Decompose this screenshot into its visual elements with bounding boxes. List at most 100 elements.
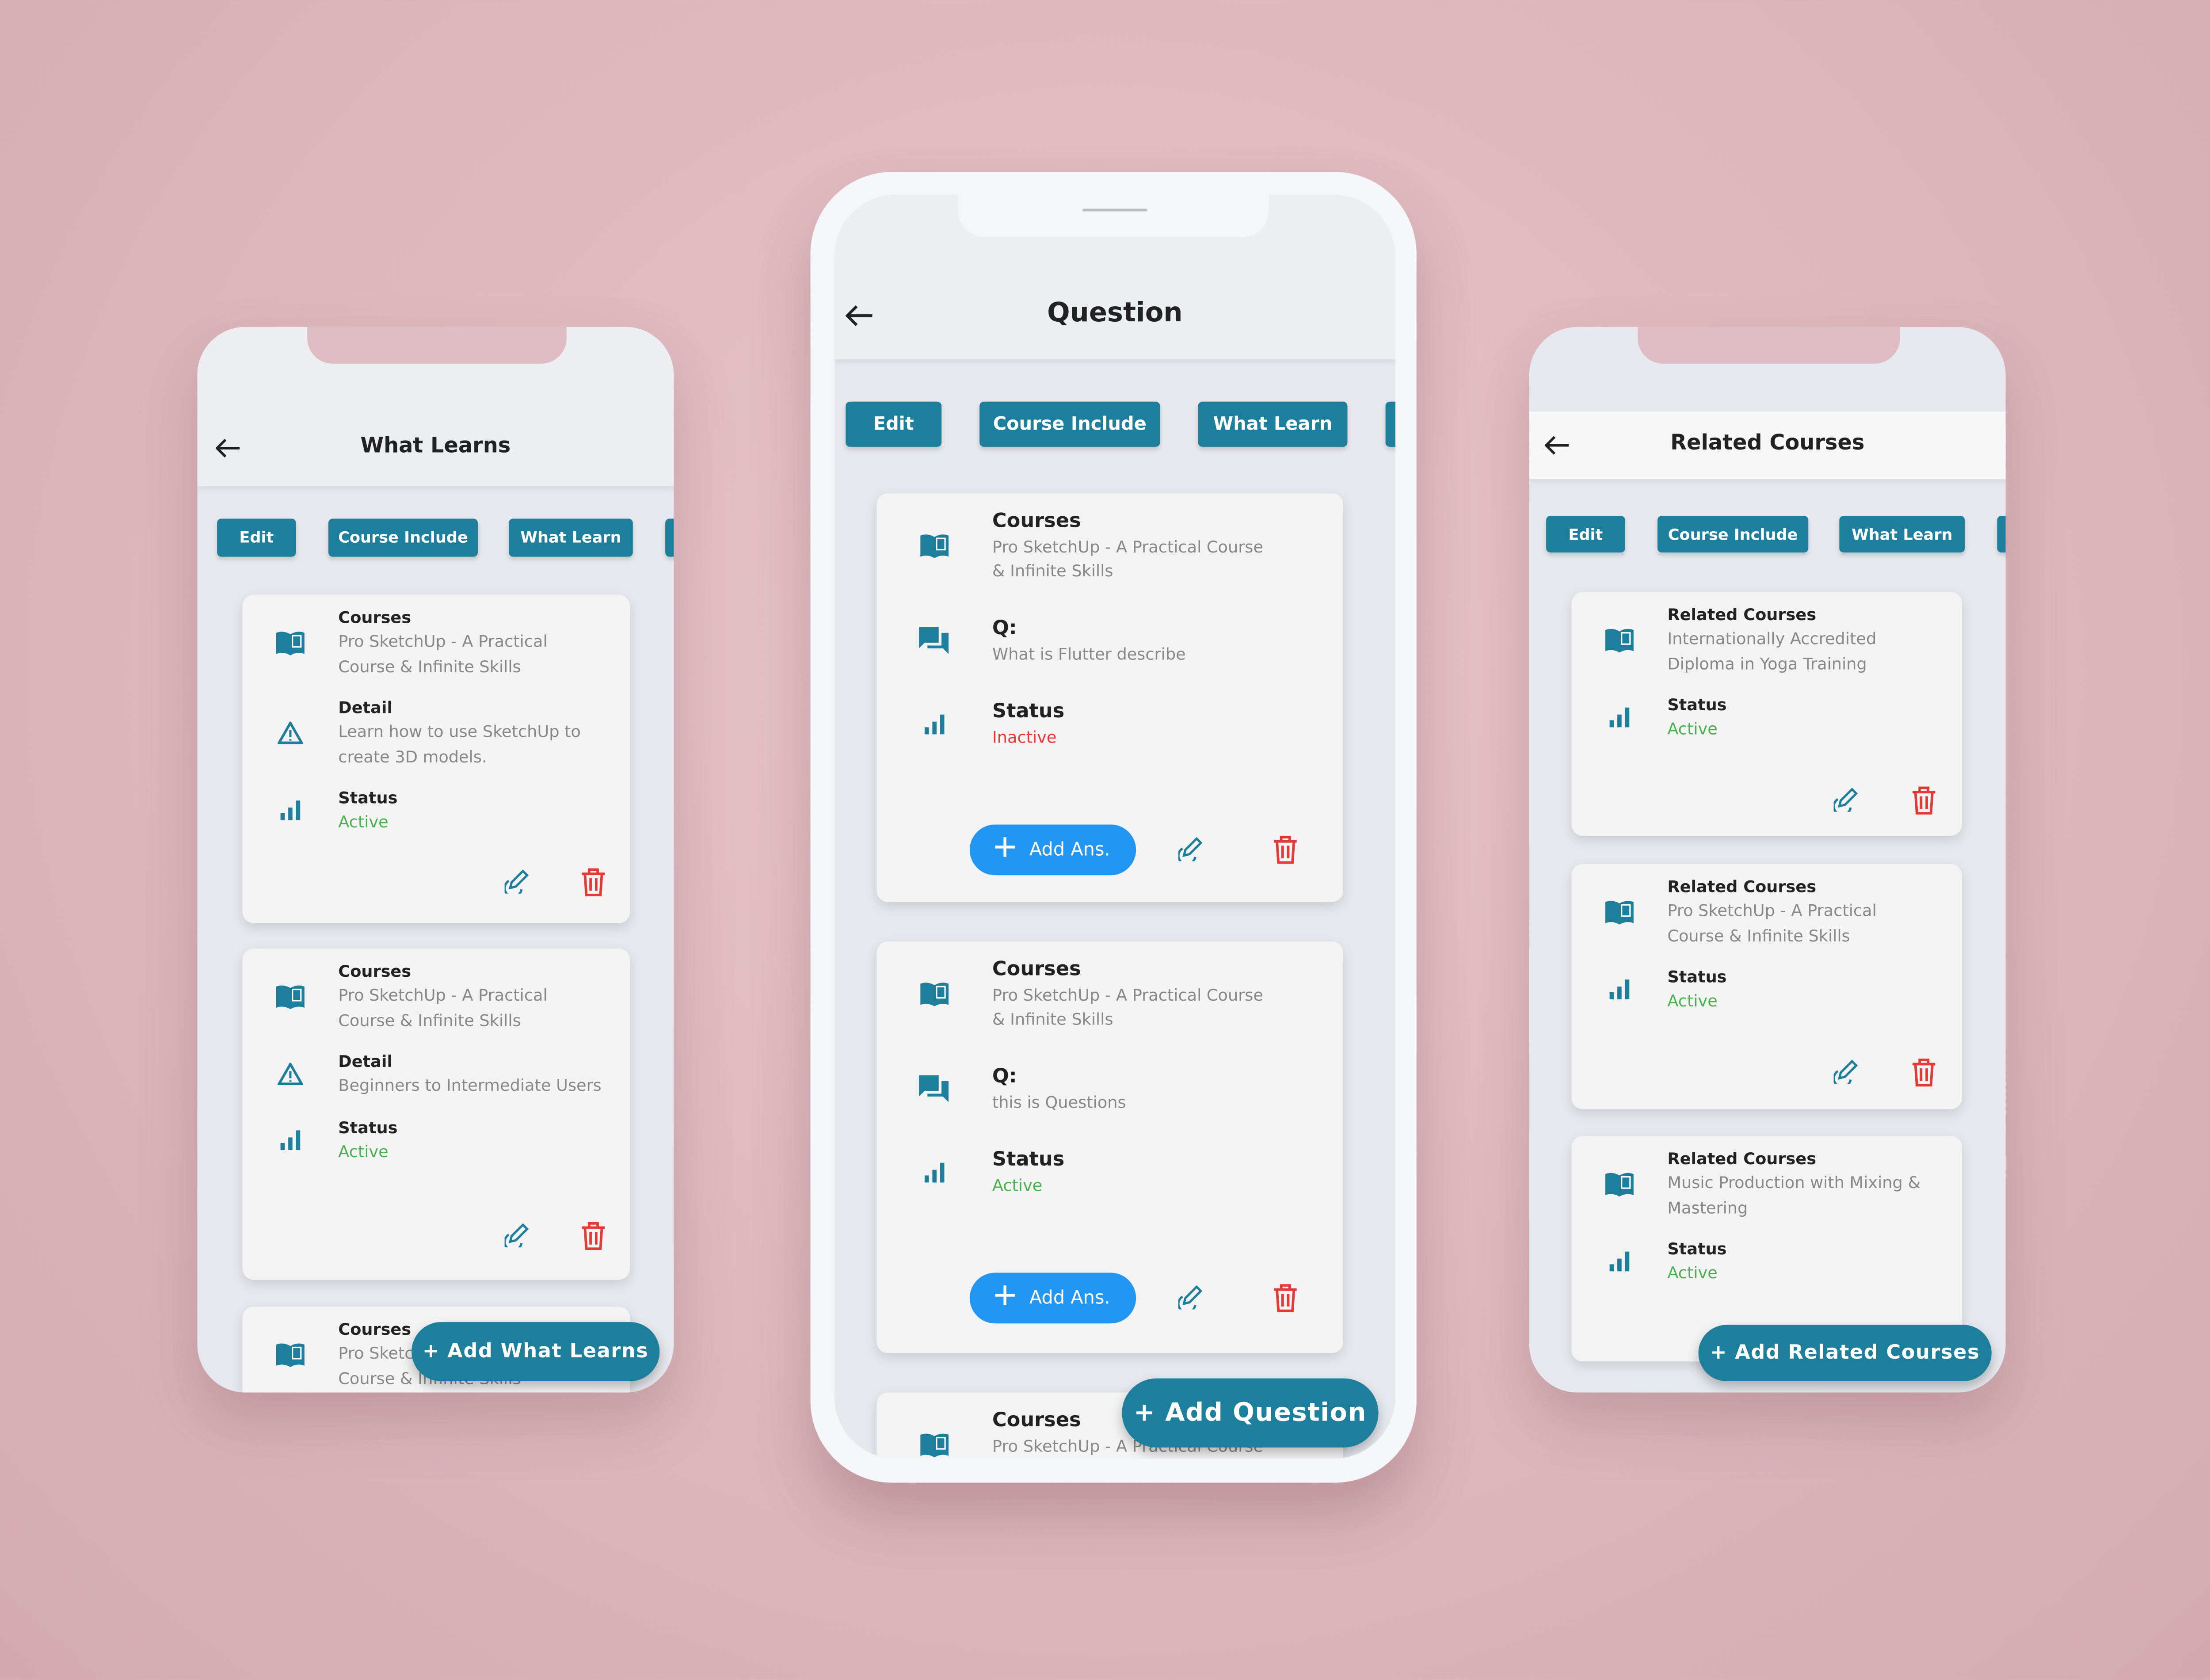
book-icon [876, 533, 992, 558]
tab-what-learn[interactable]: What Learn [1198, 401, 1348, 447]
field-value: Pro SketchUp - A Practical Course & Infi… [992, 537, 1263, 581]
bar-chart-icon [1572, 1250, 1668, 1273]
tab-course-include[interactable]: Course Include [328, 518, 478, 557]
delete-trash-icon[interactable] [1911, 1059, 1936, 1087]
status-value: Active [338, 811, 389, 832]
add-what-learns-button[interactable]: + Add What Learns [412, 1322, 660, 1382]
mockup-stage: What Learns Edit Course Include What Lea… [0, 0, 2210, 1680]
phone-question-bezel: Question Edit Course Include What Learn … [810, 172, 1417, 1483]
chat-icon [876, 625, 992, 656]
phone-notch [307, 327, 567, 364]
field-text: Status Active [1667, 965, 1726, 1014]
edit-icon[interactable] [504, 1222, 530, 1248]
delete-trash-icon[interactable] [581, 1222, 606, 1250]
list-card: Related Courses Internationally Accredite… [1571, 592, 1962, 836]
card-field-bar-chart: Status Active [242, 1116, 630, 1164]
field-text: Detail Learn how to use SketchUp to creat… [338, 696, 606, 770]
tab-what-learn[interactable]: What Learn [1839, 516, 1965, 553]
tab-edit[interactable]: Edit [1546, 516, 1625, 553]
tab-what-learn[interactable]: What Learn [509, 518, 633, 557]
book-icon [876, 1432, 992, 1458]
phone-notch [958, 194, 1269, 237]
delete-trash-icon[interactable] [581, 868, 606, 896]
phone-notch [1638, 327, 1900, 364]
card-field-book: Courses Pro SketchUp - A Practical Course… [876, 956, 1343, 1032]
field-text: Status Active [338, 1116, 397, 1164]
bar-chart-icon [242, 800, 338, 822]
book-icon [1572, 627, 1668, 653]
field-label: Detail [338, 1051, 393, 1071]
add-related-courses-button[interactable]: + Add Related Courses [1698, 1325, 1992, 1382]
card-field-book: Courses Pro SketchUp - A Practical Course… [242, 606, 630, 679]
add-answer-button[interactable]: Add Ans. [969, 1272, 1136, 1324]
field-label: Related Courses [1667, 876, 1817, 897]
bar-chart-icon [876, 712, 992, 735]
bar-chart-icon [242, 1128, 338, 1151]
list-card: Related Courses Pro SketchUp - A Practica… [1571, 864, 1962, 1109]
card-field-warning: Detail Beginners to Intermediate Users [242, 1050, 630, 1099]
field-label: Status [992, 700, 1065, 723]
tab-more[interactable] [665, 518, 674, 557]
edit-icon[interactable] [1833, 786, 1859, 812]
book-icon [1572, 1171, 1668, 1197]
card-field-bar-chart: Status Active [1572, 1238, 1962, 1286]
add-answer-button[interactable]: Add Ans. [969, 824, 1136, 876]
field-label: Q: [992, 1065, 1017, 1088]
page-title: Question [1047, 297, 1183, 328]
card-field-chat: Q: What is Flutter describe [876, 614, 1343, 667]
card-field-bar-chart: Status Active [242, 786, 630, 835]
field-text: Status Active [338, 786, 397, 835]
book-icon [242, 984, 338, 1010]
book-icon [1572, 899, 1668, 925]
field-label: Status [1667, 1238, 1727, 1259]
status-value: Active [1667, 990, 1718, 1011]
edit-icon[interactable] [1178, 836, 1204, 861]
book-icon [876, 981, 992, 1006]
tab-edit[interactable]: Edit [846, 401, 942, 447]
list-card: Courses Pro SketchUp - A Practical Course… [876, 493, 1343, 902]
card-field-book: Courses Pro SketchUp - A Practical Course… [242, 960, 630, 1033]
status-value: Inactive [992, 727, 1057, 747]
field-value: Pro SketchUp - A Practical Course & Infi… [338, 631, 548, 676]
edit-icon[interactable] [1178, 1284, 1204, 1310]
delete-trash-icon[interactable] [1273, 836, 1298, 864]
tab-course-include[interactable]: Course Include [979, 401, 1160, 447]
list-card: Courses Pro SketchUp - A Practical Course… [876, 941, 1343, 1353]
field-value: Learn how to use SketchUp to create 3D m… [338, 721, 581, 766]
bar-chart-icon [876, 1161, 992, 1183]
edit-icon[interactable] [1833, 1059, 1859, 1084]
field-value: Beginners to Intermediate Users [338, 1075, 602, 1095]
field-value: Internationally Accredited Diploma in Yo… [1667, 629, 1877, 673]
card-field-bar-chart: Status Active [876, 1146, 1343, 1198]
field-text: Related Courses Internationally Accredite… [1667, 603, 1928, 677]
plus-icon [995, 837, 1015, 862]
phone-what-learns: What Learns Edit Course Include What Lea… [197, 327, 674, 1393]
tab-edit[interactable]: Edit [217, 518, 296, 557]
field-value: Pro SketchUp - A Practical Course & Infi… [338, 985, 548, 1030]
field-text: Detail Beginners to Intermediate Users [338, 1050, 602, 1099]
field-text: Courses Pro SketchUp - A Practical Course… [338, 606, 606, 679]
edit-icon[interactable] [504, 868, 530, 894]
add-question-button[interactable]: + Add Question [1122, 1378, 1379, 1448]
card-field-book: Related Courses Pro SketchUp - A Practica… [1572, 875, 1962, 949]
delete-trash-icon[interactable] [1911, 786, 1936, 815]
field-text: Status Active [1667, 693, 1726, 742]
book-icon [242, 630, 338, 655]
chat-icon [876, 1073, 992, 1104]
book-icon [242, 1342, 338, 1368]
field-label: Status [992, 1148, 1065, 1171]
card-field-book: Courses Pro SketchUp - A Practical Course… [876, 507, 1343, 583]
status-value: Active [1667, 1263, 1718, 1283]
tab-course-include[interactable]: Course Include [1658, 516, 1809, 553]
field-value: this is Questions [992, 1092, 1126, 1112]
bar-chart-icon [1572, 706, 1668, 729]
warning-icon [242, 721, 338, 744]
tab-more[interactable] [1385, 401, 1395, 447]
list-card: Courses Pro SketchUp - A Practical Course… [242, 594, 630, 923]
tab-more[interactable] [1997, 516, 2006, 553]
field-label: Related Courses [1667, 1148, 1817, 1169]
card-field-bar-chart: Status Inactive [876, 697, 1343, 750]
delete-trash-icon[interactable] [1273, 1284, 1298, 1312]
field-text: Status Active [1667, 1238, 1726, 1286]
field-text: Q: What is Flutter describe [992, 614, 1186, 667]
